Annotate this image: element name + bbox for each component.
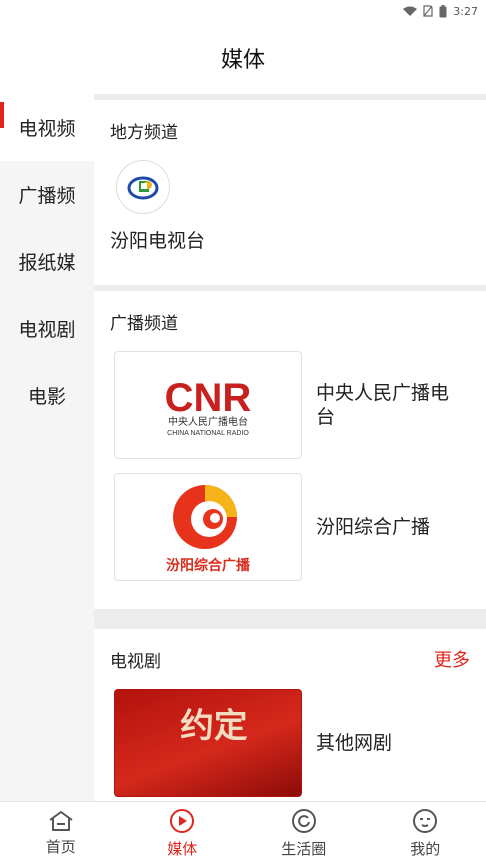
tab-label: 生活圈 [281,839,327,858]
profile-icon [413,808,438,833]
sidebar-item-newspaper[interactable]: 报纸媒 [0,228,94,295]
section-title: 电视剧 [110,651,161,672]
sidebar-item-tv-drama[interactable]: 电视剧 [0,295,94,362]
sidebar-item-label: 电视剧 [18,319,76,341]
sidebar-item-label: 电影 [27,386,66,408]
svg-text:约定: 约定 [180,705,248,745]
svg-text:汾阳综合广播: 汾阳综合广播 [166,557,251,574]
local-channels-section: 地方频道 汾阳电视台 [94,100,486,285]
svg-text:中央人民广播电台: 中央人民广播电台 [168,415,248,428]
tab-home[interactable]: 首页 [0,802,122,864]
battery-icon [439,4,447,17]
more-link[interactable]: 更多 [434,646,470,672]
no-sim-icon [423,5,433,17]
page-title: 媒体 [220,48,265,73]
radio-name: 汾阳综合广播 [316,516,431,538]
home-icon [49,810,73,831]
tab-life-circle[interactable]: 生活圈 [243,802,365,864]
status-bar: 3:27 [0,0,486,22]
sidebar-item-tv-channel[interactable]: 电视频 [0,94,94,161]
life-circle-icon [291,808,316,833]
radio-name: 中央人民广播电台 [316,382,450,428]
tab-media[interactable]: 媒体 [122,802,244,864]
wifi-icon [403,6,418,16]
drama-item[interactable]: 约定 其他网剧 [110,689,470,801]
media-play-icon [170,808,195,833]
section-header: 电视剧 更多 [110,629,470,689]
drama-name: 其他网剧 [316,732,393,754]
radio-item-fenyang[interactable]: 汾阳综合广播 汾阳综合广播 [110,473,470,595]
tab-label: 我的 [410,839,441,858]
category-sidebar: 电视频 广播频 报纸媒 电视剧 电影 [0,94,94,801]
app-header: 媒体 [0,22,486,94]
bottom-tab-bar: 首页 媒体 生活圈 我的 [0,801,486,864]
cnr-logo: CNR 中央人民广播电台 CHINA NATIONAL RADIO [114,351,302,459]
fenyang-tv-logo [116,160,170,214]
tab-label: 媒体 [167,839,198,858]
content-panel: 地方频道 汾阳电视台 广播频道 CNR 中央人民广播电台 CHINA NATIO… [94,94,486,801]
radio-item-cnr[interactable]: CNR 中央人民广播电台 CHINA NATIONAL RADIO 中央人民广播… [110,351,470,473]
svg-text:CHINA NATIONAL RADIO: CHINA NATIONAL RADIO [167,430,249,437]
drama-poster: 约定 [114,689,302,797]
svg-text:CNR: CNR [165,376,252,420]
sidebar-item-label: 电视频 [18,118,76,140]
radio-channels-section: 广播频道 CNR 中央人民广播电台 CHINA NATIONAL RADIO 中… [94,291,486,609]
sidebar-item-label: 广播频 [18,185,76,207]
sidebar-item-movie[interactable]: 电影 [0,362,94,429]
fenyang-radio-logo: 汾阳综合广播 [114,473,302,581]
channel-name: 汾阳电视台 [110,230,206,252]
sidebar-item-label: 报纸媒 [18,252,76,274]
tab-label: 首页 [45,837,76,856]
status-time: 3:27 [453,4,478,18]
local-channel-card[interactable]: 汾阳电视台 [110,160,470,253]
sidebar-item-radio[interactable]: 广播频 [0,161,94,228]
tab-profile[interactable]: 我的 [365,802,486,864]
section-title: 地方频道 [110,122,178,143]
tv-drama-section: 电视剧 更多 约定 其他网剧 [94,629,486,801]
section-title: 广播频道 [110,313,178,334]
